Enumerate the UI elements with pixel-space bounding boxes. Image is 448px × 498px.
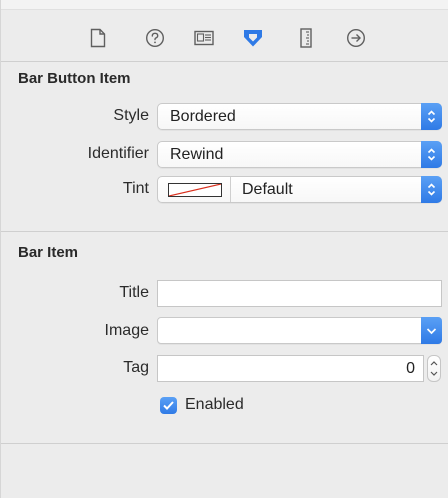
tint-popup-arrows-icon[interactable]	[421, 176, 442, 203]
inspector-top-strip	[1, 0, 448, 10]
quick-help-icon[interactable]	[144, 26, 166, 50]
title-label: Title	[119, 284, 149, 301]
identity-inspector-icon[interactable]	[193, 26, 215, 50]
identifier-value: Rewind	[170, 146, 224, 163]
style-popup[interactable]: Bordered	[157, 103, 442, 130]
file-inspector-icon[interactable]	[87, 26, 109, 50]
bar-button-item-section-title: Bar Button Item	[18, 70, 131, 87]
style-label: Style	[113, 107, 149, 124]
image-label: Image	[104, 322, 149, 339]
bar-item-section-title: Bar Item	[18, 244, 79, 261]
connections-inspector-icon[interactable]	[345, 26, 367, 50]
size-inspector-icon[interactable]	[295, 26, 317, 50]
tag-stepper[interactable]	[427, 355, 441, 382]
section-divider	[1, 231, 448, 232]
tag-input[interactable]: 0	[157, 355, 424, 382]
style-popup-arrows-icon[interactable]	[421, 103, 442, 130]
enabled-label[interactable]: Enabled	[185, 396, 244, 414]
image-dropdown-icon[interactable]	[421, 317, 442, 344]
tag-label: Tag	[123, 359, 149, 376]
inspector-tabbar	[1, 10, 448, 62]
tag-value: 0	[406, 360, 415, 377]
tint-label: Tint	[122, 180, 149, 197]
attributes-inspector-panel: Bar Button Item Style Bordered Identifie…	[0, 0, 448, 498]
attributes-inspector-icon[interactable]	[242, 26, 264, 50]
tint-color-swatch	[168, 183, 222, 197]
identifier-label: Identifier	[87, 145, 149, 162]
tint-swatch-divider	[230, 177, 231, 202]
style-value: Bordered	[170, 108, 236, 125]
section-divider	[1, 443, 448, 444]
tint-value: Default	[242, 181, 293, 198]
tint-popup[interactable]: Default	[157, 176, 442, 203]
image-combobox[interactable]	[157, 317, 442, 344]
title-input[interactable]	[157, 280, 442, 307]
identifier-popup[interactable]: Rewind	[157, 141, 442, 168]
enabled-checkbox[interactable]	[160, 397, 177, 414]
identifier-popup-arrows-icon[interactable]	[421, 141, 442, 168]
